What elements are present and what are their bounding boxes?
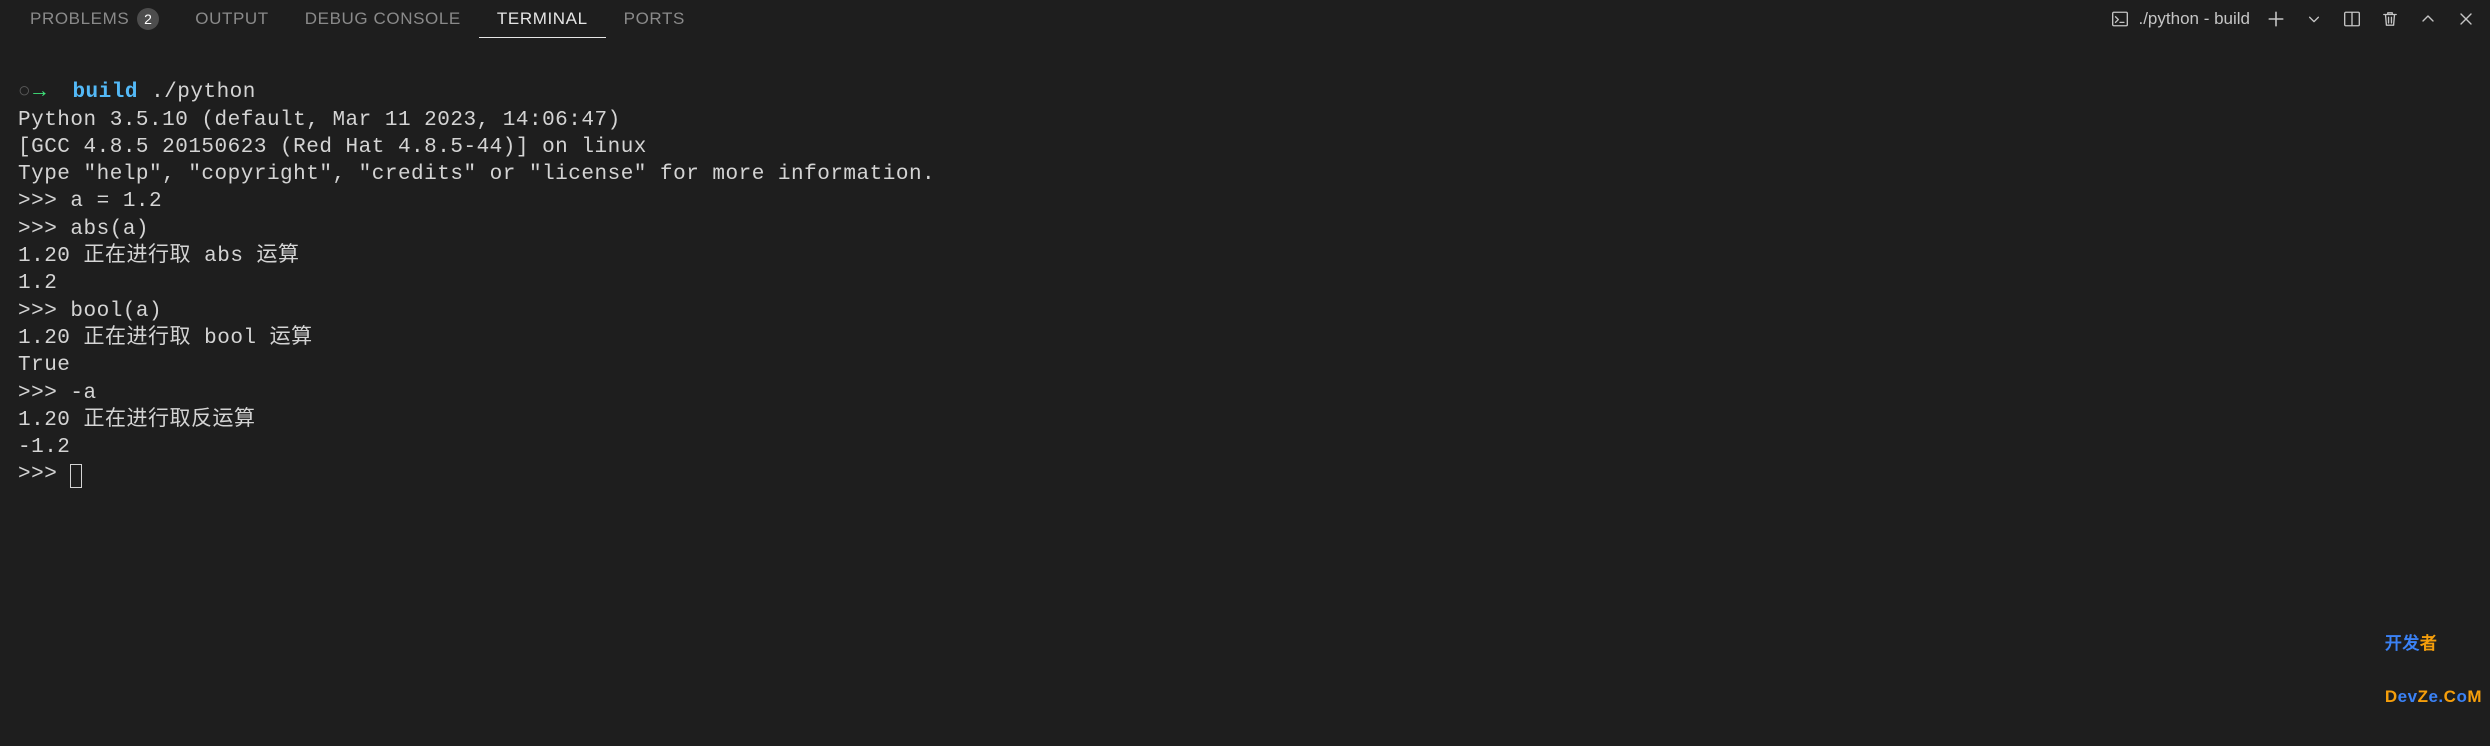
terminal-line: >>> -a xyxy=(18,382,97,405)
tab-terminal-label: TERMINAL xyxy=(497,9,588,29)
terminal-launch-profile[interactable]: ./python - build xyxy=(2108,7,2250,31)
prompt-command: ./python xyxy=(151,81,256,104)
panel-tabs: PROBLEMS 2 OUTPUT DEBUG CONSOLE TERMINAL… xyxy=(12,0,703,38)
new-terminal-button[interactable] xyxy=(2264,7,2288,31)
tab-output[interactable]: OUTPUT xyxy=(177,1,286,37)
watermark-text: Z xyxy=(2418,687,2429,706)
tab-ports-label: PORTS xyxy=(624,9,685,29)
tab-debug-console[interactable]: DEBUG CONSOLE xyxy=(287,1,479,37)
launch-label: ./python - build xyxy=(2138,9,2250,29)
watermark-text: 者 xyxy=(2420,634,2438,653)
prompt-circle-icon: ○ xyxy=(18,81,31,104)
panel-header: PROBLEMS 2 OUTPUT DEBUG CONSOLE TERMINAL… xyxy=(0,0,2490,38)
terminal-line: 1.20 正在进行取 abs 运算 xyxy=(18,245,300,268)
terminal-line: [GCC 4.8.5 20150623 (Red Hat 4.8.5-44)] … xyxy=(18,136,647,159)
watermark: 开发者 DevZe.CоM xyxy=(2385,599,2482,742)
tab-debug-console-label: DEBUG CONSOLE xyxy=(305,9,461,29)
terminal-cursor xyxy=(70,464,82,488)
watermark-text: M xyxy=(2467,687,2482,706)
watermark-text: ev xyxy=(2398,687,2418,706)
terminal-line: >>> bool(a) xyxy=(18,300,162,323)
terminal-line: 1.20 正在进行取反运算 xyxy=(18,409,256,432)
terminal-line: -1.2 xyxy=(18,436,70,459)
tab-ports[interactable]: PORTS xyxy=(606,1,703,37)
maximize-panel-button[interactable] xyxy=(2416,7,2440,31)
tab-problems-label: PROBLEMS xyxy=(30,9,129,29)
split-terminal-button[interactable] xyxy=(2340,7,2364,31)
terminal-prompt-last: >>> xyxy=(18,463,70,486)
terminal-line: Python 3.5.10 (default, Mar 11 2023, 14:… xyxy=(18,109,634,132)
chevron-down-icon[interactable] xyxy=(2302,7,2326,31)
watermark-text: C xyxy=(2444,687,2457,706)
kill-terminal-button[interactable] xyxy=(2378,7,2402,31)
watermark-text: e. xyxy=(2428,687,2443,706)
problems-badge: 2 xyxy=(137,8,159,30)
header-right: ./python - build xyxy=(2108,7,2478,31)
watermark-text: D xyxy=(2385,687,2398,706)
terminal-line: >>> abs(a) xyxy=(18,218,149,241)
terminal-line: Type "help", "copyright", "credits" or "… xyxy=(18,163,935,186)
tab-terminal[interactable]: TERMINAL xyxy=(479,1,606,38)
terminal-line: 1.2 xyxy=(18,272,57,295)
prompt-arrow-icon: → xyxy=(33,81,46,104)
terminal-content[interactable]: ○→ build ./python Python 3.5.10 (default… xyxy=(0,38,2490,746)
watermark-text: 开发 xyxy=(2385,634,2420,653)
tab-problems[interactable]: PROBLEMS 2 xyxy=(12,0,177,38)
tab-output-label: OUTPUT xyxy=(195,9,268,29)
terminal-line: 1.20 正在进行取 bool 运算 xyxy=(18,327,313,350)
watermark-text: о xyxy=(2456,687,2467,706)
terminal-icon xyxy=(2108,7,2132,31)
terminal-line: >>> a = 1.2 xyxy=(18,190,162,213)
close-panel-button[interactable] xyxy=(2454,7,2478,31)
terminal-line: True xyxy=(18,354,70,377)
prompt-dir: build xyxy=(72,81,138,104)
